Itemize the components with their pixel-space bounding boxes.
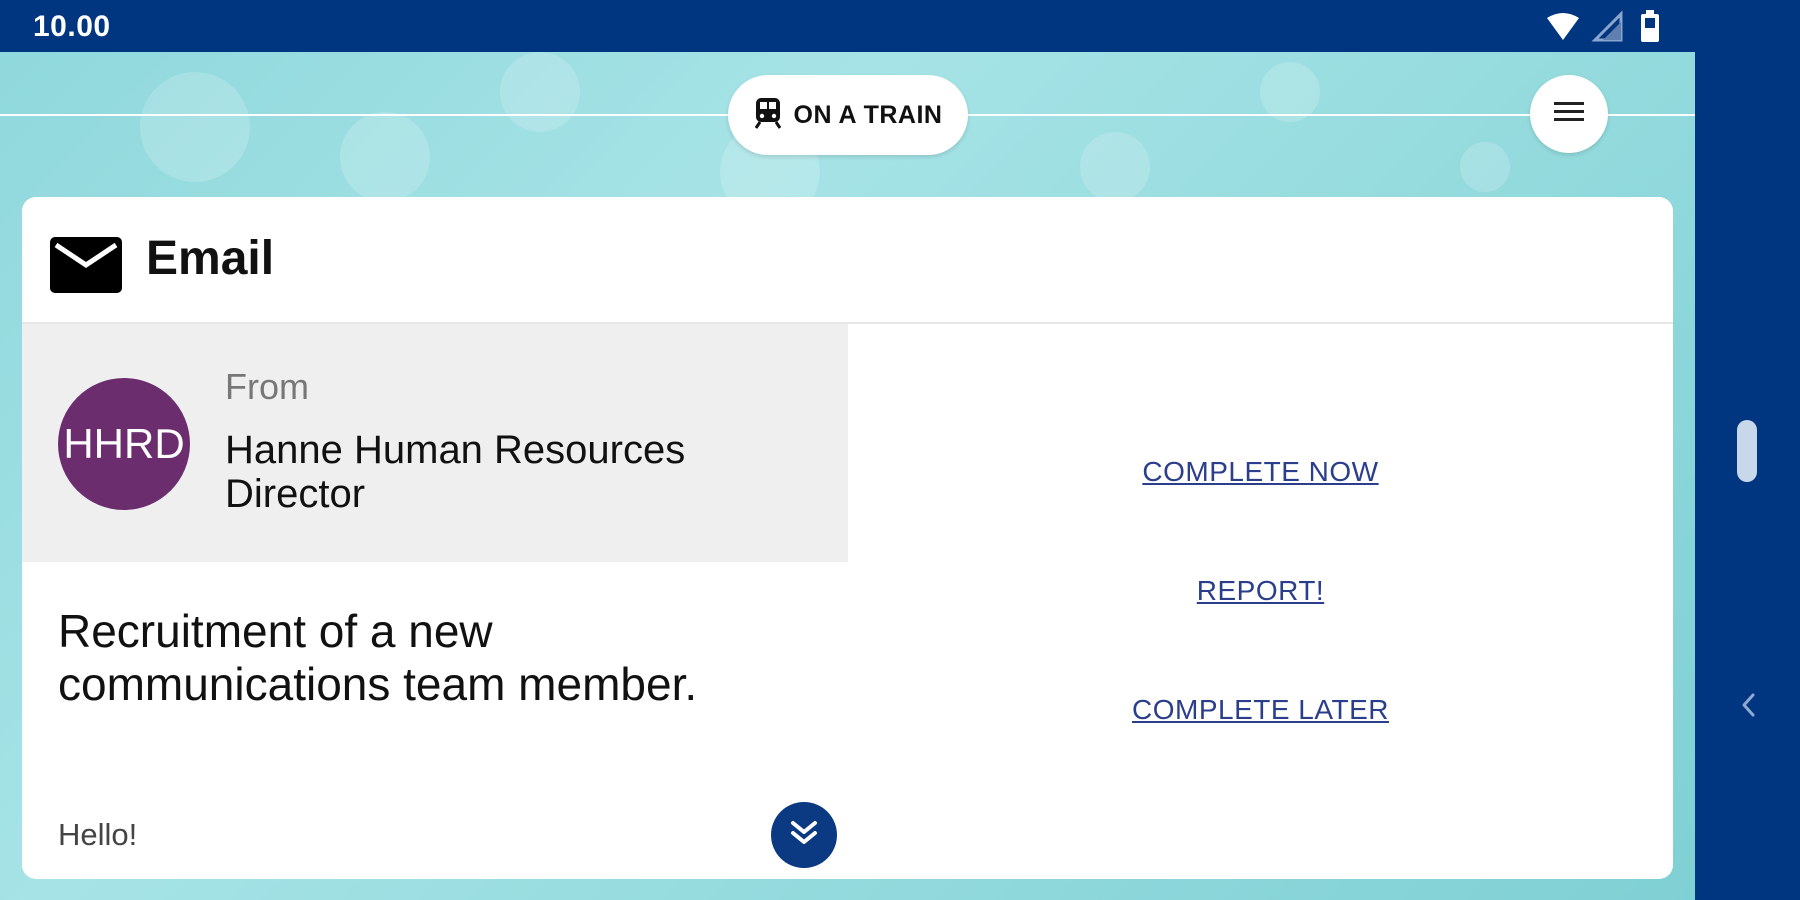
sender-name: Hanne Human Resources Director — [225, 428, 686, 516]
email-actions: COMPLETE NOW REPORT! COMPLETE LATER — [848, 324, 1673, 879]
complete-later-link[interactable]: COMPLETE LATER — [848, 694, 1673, 726]
card-title: Email — [146, 232, 275, 285]
status-time: 10.00 — [33, 10, 111, 43]
cellular-signal-icon — [1591, 10, 1623, 42]
app-area: ON A TRAIN Email HHRD From Hanne Human R… — [0, 52, 1695, 900]
status-bar: 10.00 — [0, 0, 1800, 52]
battery-icon — [1641, 10, 1659, 42]
train-icon — [754, 97, 782, 134]
menu-button[interactable] — [1530, 75, 1608, 153]
background-bokeh — [1460, 142, 1510, 192]
hamburger-menu-icon — [1554, 101, 1584, 128]
complete-now-link[interactable]: COMPLETE NOW — [848, 456, 1673, 488]
sender-avatar: HHRD — [58, 378, 190, 510]
travel-status-pill[interactable]: ON A TRAIN — [728, 75, 968, 155]
sender-panel: HHRD From Hanne Human Resources Director — [22, 324, 848, 562]
report-link[interactable]: REPORT! — [848, 575, 1673, 607]
email-greeting: Hello! — [58, 817, 138, 852]
status-icons — [1545, 10, 1675, 44]
chevron-left-icon[interactable] — [1738, 690, 1758, 720]
card-header: Email — [22, 197, 1673, 324]
background-bokeh — [1080, 132, 1150, 202]
envelope-icon — [50, 237, 122, 298]
background-bokeh — [340, 112, 430, 202]
expand-email-button[interactable] — [771, 802, 837, 868]
from-label: From — [225, 366, 309, 407]
scroll-handle[interactable] — [1737, 420, 1757, 482]
background-bokeh — [140, 72, 250, 182]
background-bokeh — [500, 52, 580, 132]
background-bokeh — [1260, 62, 1320, 122]
double-chevron-down-icon — [788, 818, 820, 853]
email-subject: Recruitment of a new communications team… — [58, 605, 698, 710]
travel-status-label: ON A TRAIN — [793, 100, 943, 129]
wifi-icon — [1547, 13, 1579, 40]
device-screen: 10.00 ON A TRAIN Email HHRD From Hanne H… — [0, 0, 1800, 900]
email-card: Email HHRD From Hanne Human Resources Di… — [22, 197, 1673, 879]
